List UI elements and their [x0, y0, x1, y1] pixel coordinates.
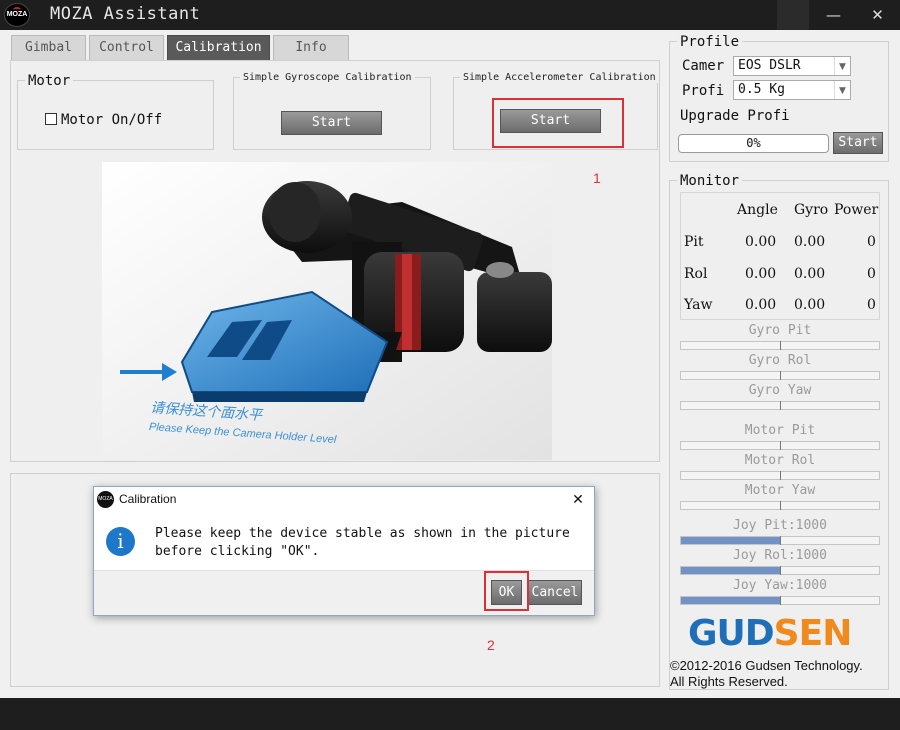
upgrade-start-button[interactable]: Start [833, 132, 883, 154]
brand-name-part-2: SEN [773, 613, 853, 654]
header-angle: Angle [737, 202, 778, 218]
close-button[interactable]: ✕ [855, 0, 900, 30]
tab-calibration[interactable]: Calibration [167, 35, 270, 60]
monitor-table: Angle Gyro Power Pit 0.00 0.00 0 Rol 0.0… [680, 192, 880, 320]
dialog-cancel-button[interactable]: Cancel [528, 580, 582, 605]
slider-joy-yaw [680, 596, 880, 605]
row-label-yaw: Yaw [684, 297, 713, 313]
rol-angle-value: 0.00 [745, 266, 777, 282]
camera-label: Camer [682, 58, 725, 74]
dialog-title: Calibration [119, 492, 177, 506]
highlight-box-2 [484, 571, 529, 611]
slider-motor-pit [680, 441, 880, 450]
slider-motor-rol [680, 471, 880, 480]
pit-power-value: 0 [867, 234, 876, 250]
tab-gimbal[interactable]: Gimbal [11, 35, 86, 60]
gyro-calibration-title: Simple Gyroscope Calibration [240, 72, 415, 83]
slider-label-gyro-pit: Gyro Pit [748, 323, 812, 338]
dialog-message-line-1: Please keep the device stable as shown i… [155, 526, 570, 541]
profile-select[interactable]: 0.5 Kg ▼ [733, 80, 851, 100]
slider-label-motor-rol: Motor Rol [744, 453, 816, 468]
upgrade-progress-bar: 0% [678, 134, 829, 153]
brand-name-part-1: GUD [688, 613, 775, 654]
window-title: MOZA Assistant [50, 4, 201, 24]
row-label-pit: Pit [684, 234, 704, 250]
slider-gyro-pit [680, 341, 880, 350]
rights-text: All Rights Reserved. [670, 674, 788, 689]
minimize-button[interactable]: — [811, 0, 856, 30]
checkbox-box[interactable] [45, 113, 57, 125]
dialog-message-line-2: before clicking "OK". [155, 544, 320, 559]
yaw-power-value: 0 [867, 297, 876, 313]
slider-label-joy-rol: Joy Rol:1000 [733, 548, 827, 563]
yaw-gyro-value: 0.00 [794, 297, 826, 313]
maximize-button-disabled [777, 0, 809, 30]
slider-gyro-rol [680, 371, 880, 380]
dialog-app-icon: MOZA [97, 491, 114, 508]
chevron-down-icon: ▼ [834, 81, 850, 99]
upgrade-profile-label: Upgrade Profi [680, 108, 790, 124]
slider-motor-yaw [680, 501, 880, 510]
rol-power-value: 0 [867, 266, 876, 282]
dialog-message: Please keep the device stable as shown i… [155, 525, 570, 561]
gudsen-logo: GUDSEN [688, 613, 853, 654]
yaw-angle-value: 0.00 [745, 297, 777, 313]
slider-label-gyro-yaw: Gyro Yaw [748, 383, 812, 398]
slider-label-gyro-rol: Gyro Rol [748, 353, 812, 368]
camera-select-value: EOS DSLR [738, 58, 801, 73]
slider-joy-rol [680, 566, 880, 575]
rol-gyro-value: 0.00 [794, 266, 826, 282]
motor-toggle-checkbox[interactable]: Motor On/Off [45, 112, 162, 128]
dialog-close-button[interactable]: ✕ [564, 489, 592, 511]
chevron-down-icon: ▼ [834, 57, 850, 75]
copyright-text: ©2012-2016 Gudsen Technology. [670, 658, 863, 673]
profile-select-value: 0.5 Kg [738, 82, 785, 97]
tab-info[interactable]: Info [273, 35, 349, 60]
tab-control[interactable]: Control [89, 35, 164, 60]
motor-toggle-label: Motor On/Off [61, 112, 163, 128]
gimbal-calibration-picture: 请保持这个面水平 Please Keep the Camera Holder L… [102, 162, 552, 460]
monitor-title: Monitor [677, 173, 743, 189]
moza-logo-icon: MOZA [4, 3, 30, 27]
slider-label-joy-pit: Joy Pit:1000 [733, 518, 827, 533]
slider-joy-pit [680, 536, 880, 545]
info-icon: i [106, 527, 135, 556]
highlight-box-1 [492, 98, 624, 148]
pit-gyro-value: 0.00 [794, 234, 826, 250]
bottom-bar [0, 698, 900, 730]
slider-label-motor-pit: Motor Pit [744, 423, 816, 438]
upgrade-progress-text: 0% [746, 136, 761, 150]
slider-gyro-yaw [680, 401, 880, 410]
slider-label-joy-yaw: Joy Yaw:1000 [733, 578, 827, 593]
step-number-2: 2 [487, 637, 495, 653]
camera-select[interactable]: EOS DSLR ▼ [733, 56, 851, 76]
gyro-calibration-start-button[interactable]: Start [281, 111, 382, 135]
slider-label-motor-yaw: Motor Yaw [744, 483, 816, 498]
profile-title: Profile [677, 34, 743, 50]
gimbal-illustration: 请保持这个面水平 Please Keep the Camera Holder L… [102, 162, 552, 460]
accelerometer-calibration-title: Simple Accelerometer Calibration [460, 72, 659, 83]
header-power: Power [834, 202, 879, 218]
pit-angle-value: 0.00 [745, 234, 777, 250]
row-label-rol: Rol [684, 266, 708, 282]
profile-label: Profi [682, 83, 725, 99]
step-number-1: 1 [593, 170, 601, 186]
motor-group-title: Motor [25, 73, 74, 89]
header-gyro: Gyro [794, 202, 829, 218]
